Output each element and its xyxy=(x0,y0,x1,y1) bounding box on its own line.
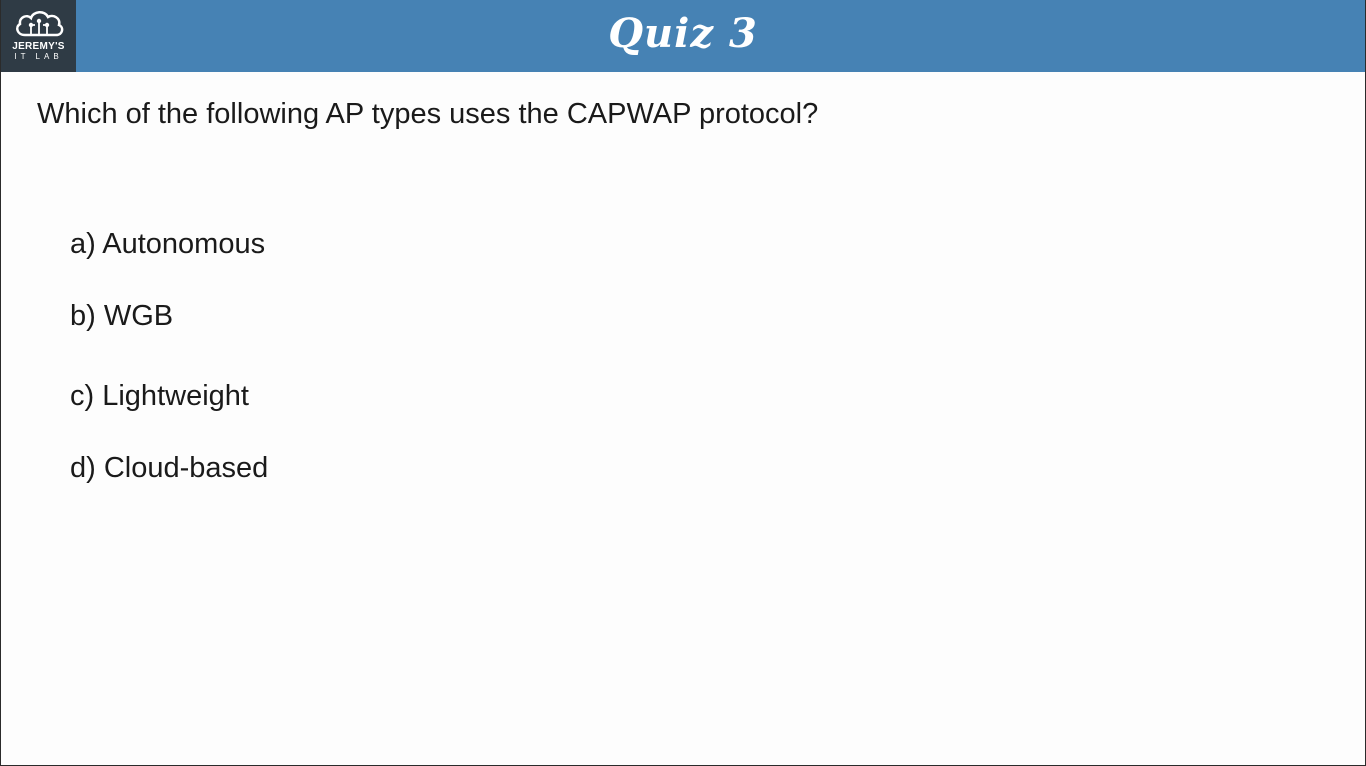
answer-option-b[interactable]: b) WGB xyxy=(70,300,173,333)
quiz-slide: JEREMY'S IT LAB Quiz 3 Which of the foll… xyxy=(0,0,1366,766)
option-text: WGB xyxy=(103,300,174,332)
answer-option-c[interactable]: c) Lightweight xyxy=(70,380,249,413)
option-letter: b) xyxy=(70,300,96,332)
option-text: Lightweight xyxy=(102,380,249,412)
option-letter: d) xyxy=(70,452,96,484)
header-bar: JEREMY'S IT LAB Quiz 3 xyxy=(1,0,1365,72)
answer-option-a[interactable]: a) Autonomous xyxy=(70,228,265,261)
quiz-question: Which of the following AP types uses the… xyxy=(37,98,819,130)
answer-option-d[interactable]: d) Cloud-based xyxy=(70,452,268,485)
option-text: Autonomous xyxy=(102,228,266,260)
option-letter: a) xyxy=(70,228,96,260)
option-letter: c) xyxy=(70,380,95,412)
option-text: Cloud-based xyxy=(103,452,269,484)
slide-title: Quiz 3 xyxy=(608,10,758,57)
